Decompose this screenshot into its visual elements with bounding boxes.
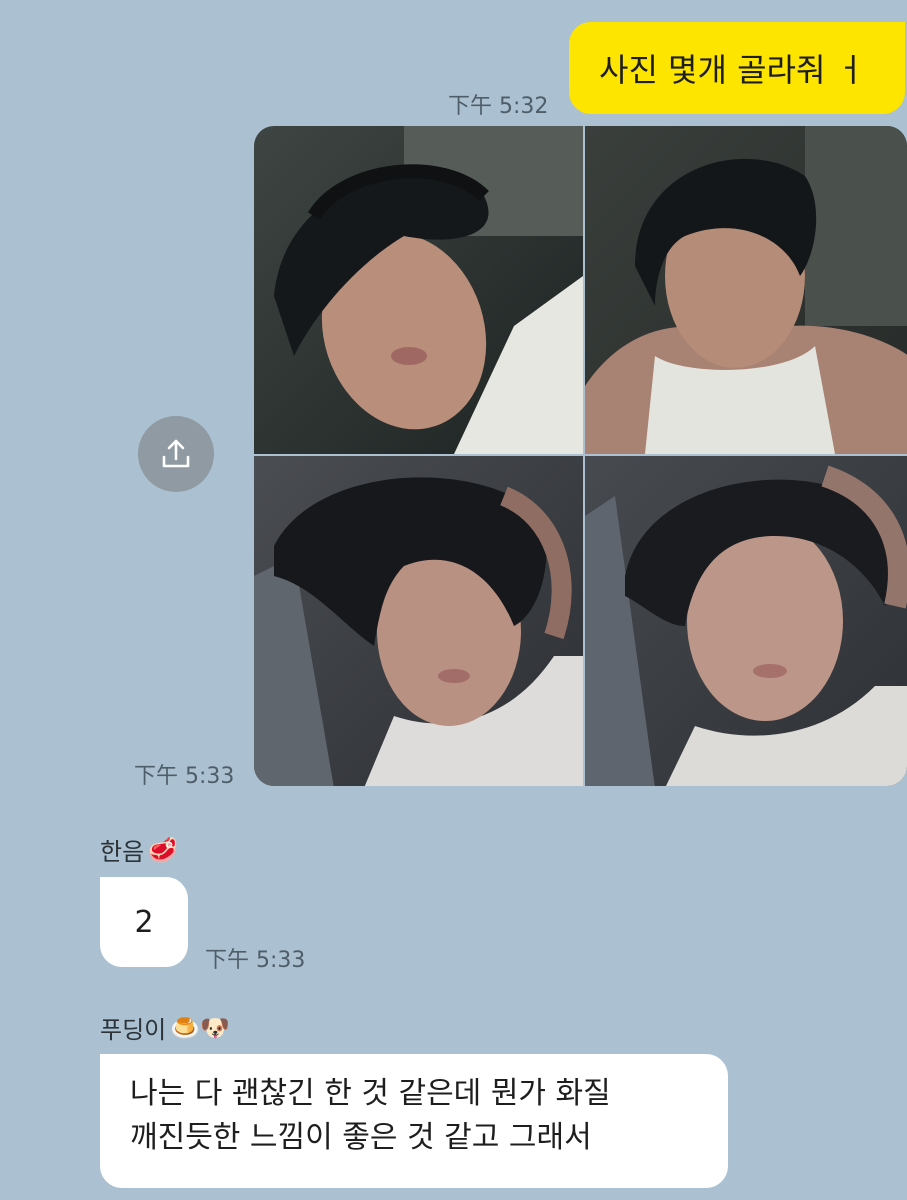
received-message-bubble[interactable]: 나는 다 괜찮긴 한 것 같은데 뭔가 화질 깨진듯한 느낌이 좋은 것 같고 … [100, 1054, 728, 1188]
sender-name: 푸딩이 🍮🐶 [100, 1010, 230, 1045]
pudding-dog-emoji-icon: 🍮🐶 [170, 1013, 231, 1042]
sender-name-text: 한음 [100, 838, 145, 866]
share-button[interactable] [138, 416, 214, 492]
received-message-bubble[interactable]: 2 [100, 877, 188, 967]
sender-name-text: 푸딩이 [100, 1016, 167, 1044]
received-message-text: 2 [134, 904, 154, 940]
selfie-photo-3[interactable] [254, 456, 583, 786]
message-timestamp: 下午 5:33 [205, 948, 306, 973]
sent-message-bubble[interactable]: 사진 몇개 골라줘 ㅓ [569, 22, 905, 114]
sent-message-text: 사진 몇개 골라줘 ㅓ [599, 51, 866, 89]
sender-name: 한음 🥩 [100, 832, 178, 867]
meat-emoji-icon: 🥩 [148, 835, 179, 864]
message-timestamp: 下午 5:32 [448, 94, 549, 119]
photo-album-grid[interactable] [254, 126, 907, 786]
received-message-line: 나는 다 괜찮긴 한 것 같은데 뭔가 화질 [130, 1076, 611, 1111]
selfie-photo-2[interactable] [585, 126, 907, 454]
received-message-line: 깨진듯한 느낌이 좋은 것 같고 그래서 [130, 1120, 592, 1155]
photo-timestamp: 下午 5:33 [134, 764, 235, 789]
selfie-photo-4[interactable] [585, 456, 907, 786]
share-upload-icon [162, 439, 190, 468]
selfie-photo-1[interactable] [254, 126, 583, 454]
